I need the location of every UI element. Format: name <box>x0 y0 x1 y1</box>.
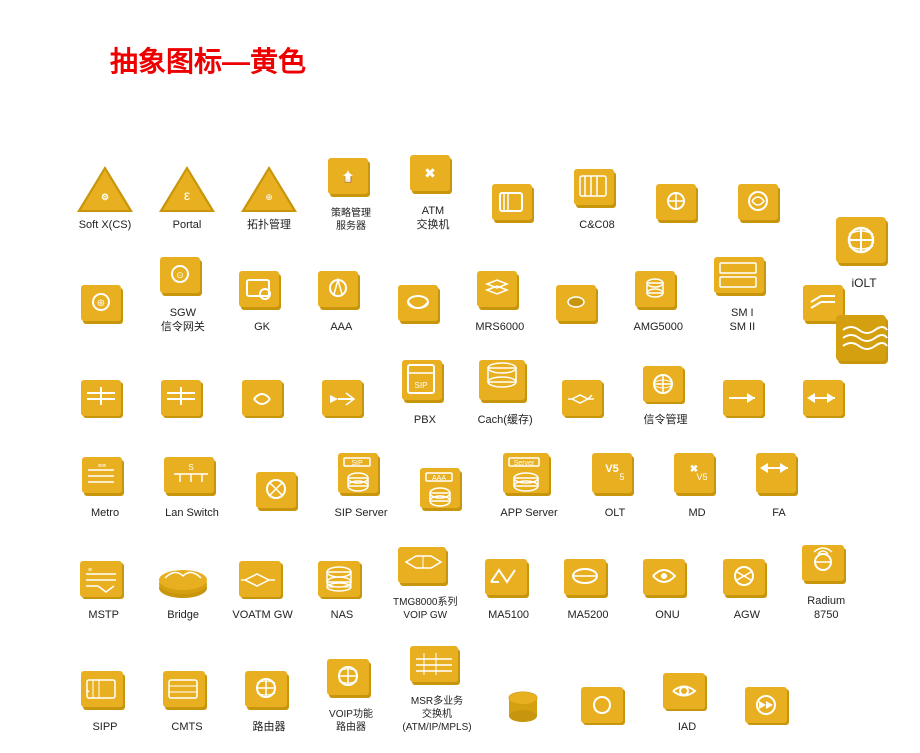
icon-onu: ONU <box>629 554 706 622</box>
svg-text:⊕: ⊕ <box>265 192 273 202</box>
icon-voatm-gw: VOATM GW <box>224 558 301 622</box>
icon-unknown2 <box>639 179 719 233</box>
icon-sm: SM ISM II <box>699 252 786 335</box>
page-title: 抽象图标—黄色 <box>110 40 306 80</box>
icon-router: 路由器 <box>229 666 309 734</box>
icon-portal: ε Portal <box>147 164 227 232</box>
icon-policy-server: 📋 ✦ 策略管理服务器 <box>311 153 391 233</box>
icon-lan-switch: S Lan Switch <box>147 452 237 520</box>
icon-msr: MSR多业务交换机(ATM/IP/MPLS) <box>393 641 481 734</box>
icon-r6-9 <box>729 684 809 734</box>
icon-r3-2 <box>145 377 223 427</box>
icon-r3-9 <box>787 377 865 427</box>
icon-mrs6000: MRS6000 <box>461 266 538 334</box>
icon-pbx: SIP PBX <box>386 353 464 427</box>
icon-r3-6 <box>546 377 624 427</box>
icon-sip-server: SIP SIP Server <box>321 446 401 520</box>
icon-olt: V5 5 OLT <box>575 446 655 520</box>
icon-r3-8 <box>707 377 785 427</box>
icon-tmg8000: TMG8000系列VOIP GW <box>383 542 468 622</box>
icon-app-server: Server APP Server <box>485 446 573 520</box>
icon-md: ✖ V5 MD <box>657 446 737 520</box>
svg-text:ε: ε <box>184 187 190 203</box>
icon-topology: ⊕ 拓扑管理 <box>229 164 309 232</box>
icon-r6-7 <box>565 684 645 734</box>
icon-ma5200: MA5200 <box>549 554 626 622</box>
svg-text:Server: Server <box>514 460 535 467</box>
icon-candc08: C&C08 <box>557 164 637 232</box>
svg-text:✦: ✦ <box>341 168 354 185</box>
icon-aaa: AAA <box>303 266 380 334</box>
icon-r4-5: AAA <box>403 461 483 521</box>
icon-signal-mgmt: 信令管理 <box>626 363 704 427</box>
svg-text:SIP: SIP <box>351 460 363 467</box>
icon-amg5000: AMG5000 <box>620 266 697 334</box>
icon-r6-6 <box>483 684 563 734</box>
icon-nas: NAS <box>303 558 380 622</box>
icon-softxcs: ⚙ Soft X(CS) <box>65 164 145 232</box>
icon-unknown4: ⊕ <box>65 280 142 334</box>
icon-metro: ≡≡ Metro <box>65 452 145 520</box>
svg-text:⚙: ⚙ <box>101 192 109 202</box>
icon-ma5100: MA5100 <box>470 554 547 622</box>
icon-unknown1 <box>475 179 555 233</box>
icon-unknown6 <box>540 280 617 334</box>
svg-text:✖: ✖ <box>424 165 436 181</box>
svg-text:S: S <box>188 463 193 472</box>
svg-text:⊕: ⊕ <box>96 298 104 309</box>
icon-r3-4 <box>306 377 384 427</box>
svg-text:≡≡: ≡≡ <box>98 463 106 470</box>
icon-r3-3 <box>225 377 303 427</box>
icon-mstp: ≡ MSTP <box>65 558 142 622</box>
icon-cache: Cach(缓存) <box>466 353 544 427</box>
icon-unknown5 <box>382 280 459 334</box>
svg-text:V5: V5 <box>605 463 618 475</box>
icon-bridge: Bridge <box>144 558 221 622</box>
icon-gk: GK <box>223 266 300 334</box>
svg-text:SIP: SIP <box>414 381 427 390</box>
svg-text:V5: V5 <box>696 472 707 482</box>
svg-text:≡: ≡ <box>88 567 92 574</box>
icon-radium8750: Radium8750 <box>788 540 865 623</box>
svg-text:AAA: AAA <box>432 475 446 482</box>
icon-sgw: ⊙ SGW信令网关 <box>144 252 221 335</box>
svg-text:⊙: ⊙ <box>176 270 184 280</box>
icon-voip-router: VOIP功能路由器 <box>311 654 391 734</box>
icon-r4-3 <box>239 467 319 521</box>
icon-sipp: SIPP <box>65 666 145 734</box>
icon-right-2 <box>833 308 895 374</box>
icon-cmts: CMTS <box>147 666 227 734</box>
icon-fa: FA <box>739 446 819 520</box>
icon-r3-1 <box>65 377 143 427</box>
icon-agw: AGW <box>708 554 785 622</box>
icon-iolt: iOLT <box>833 210 895 290</box>
icon-iad: IAD <box>647 670 727 734</box>
icon-atm-switch: ✖ ATM交换机 <box>393 150 473 233</box>
svg-text:5: 5 <box>619 472 624 482</box>
icon-unknown3 <box>721 179 801 233</box>
